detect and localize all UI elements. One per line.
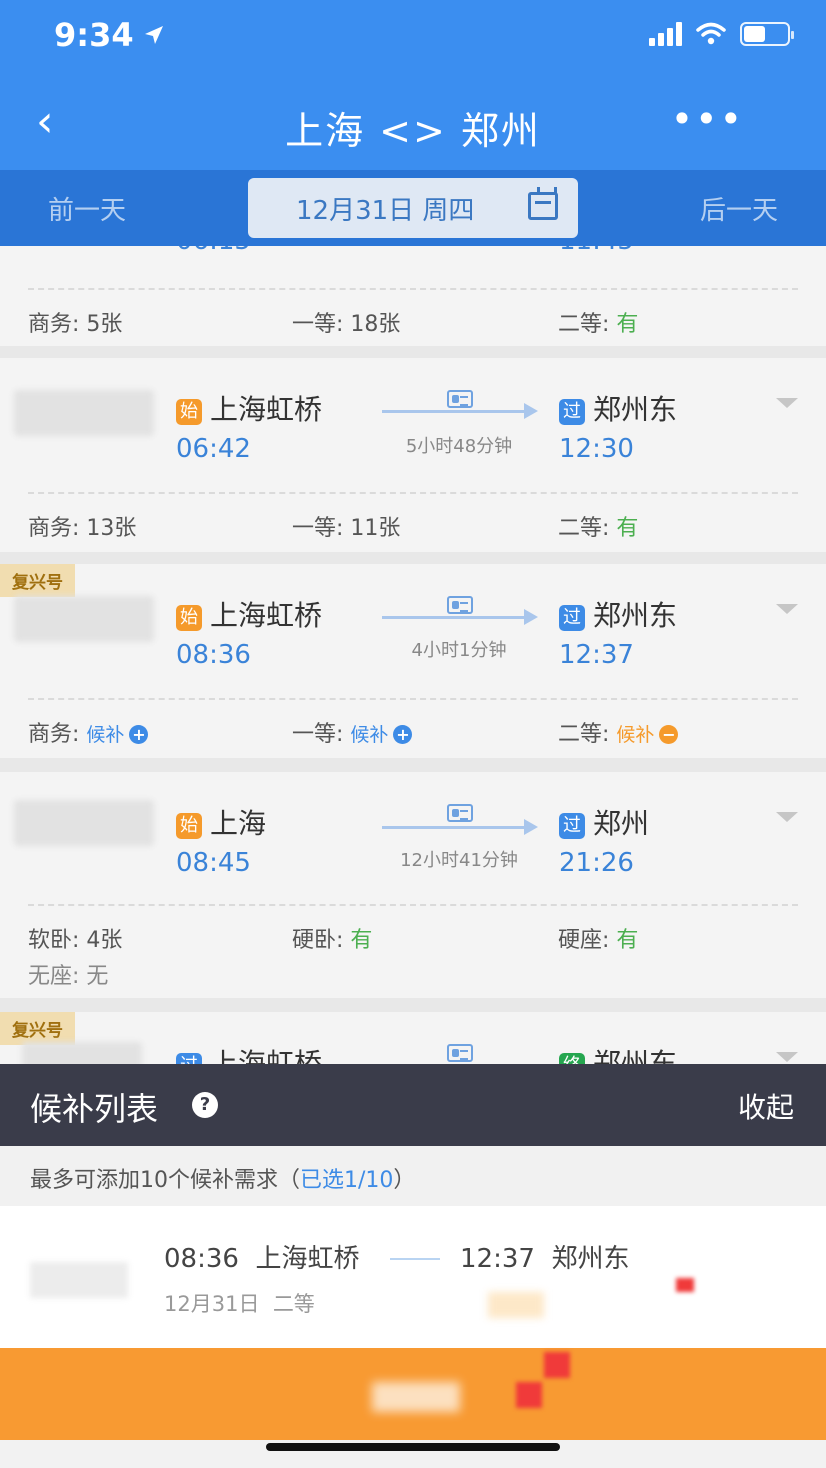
- seat-second-class-waitlist[interactable]: 二等: 候补 −: [558, 716, 679, 748]
- waitlist-departure: 08:36 上海虹桥: [164, 1244, 360, 1274]
- arrow-icon: [382, 819, 538, 835]
- arrow-icon: [382, 609, 538, 625]
- date-selector[interactable]: 12月31日 周四: [248, 178, 578, 238]
- delete-mark-icon[interactable]: [676, 1278, 694, 1292]
- train-number-blurred: [30, 1262, 128, 1298]
- departure-time: 06:42: [176, 434, 251, 464]
- plus-icon: +: [393, 725, 413, 744]
- departure-station: 始上海: [176, 802, 266, 842]
- train-number-blurred: [14, 596, 154, 642]
- fuxing-badge: 复兴号: [0, 564, 75, 597]
- status-time: 9:34: [54, 16, 166, 54]
- minus-icon: −: [659, 725, 679, 744]
- id-card-icon: [447, 804, 473, 822]
- next-day-button[interactable]: 后一天: [700, 190, 778, 227]
- pass-tag: 过: [176, 1053, 202, 1064]
- departure-station: 过上海虹桥: [176, 1042, 322, 1064]
- train-number-blurred: [14, 390, 154, 436]
- top-bar: 9:34 ‹ 上海 <> 郑州 •••: [0, 0, 826, 170]
- seat-standing: 无座: 无: [28, 964, 109, 989]
- chevron-down-icon[interactable]: [776, 398, 798, 408]
- id-card-icon: [447, 390, 473, 408]
- date-bar: 前一天 12月31日 周四 后一天: [0, 170, 826, 246]
- arrival-time: 11:45: [559, 246, 634, 256]
- selected-count: 已选1/10: [300, 1168, 394, 1193]
- status-time-text: 9:34: [54, 16, 134, 54]
- arrow-icon: [382, 403, 538, 419]
- seat-business: 商务: 13张: [28, 516, 137, 541]
- departure-time: 08:36: [176, 640, 251, 670]
- battery-icon: [740, 22, 794, 46]
- duration: 4小时1分钟: [411, 640, 507, 661]
- date-text: 12月31日 周四: [296, 195, 475, 226]
- arrival-station: 过郑州: [559, 802, 649, 842]
- id-card-icon: [447, 1044, 473, 1062]
- status-icons: [649, 22, 794, 46]
- wifi-icon: [696, 22, 726, 45]
- pass-tag: 过: [559, 813, 585, 839]
- train-card[interactable]: 始上海虹桥 06:42 5小时48分钟 过郑州东 12:30 商务: 13张 一…: [0, 358, 826, 552]
- seat-second-class: 二等: 有: [558, 516, 639, 541]
- seat-first-class: 一等: 18张: [292, 312, 401, 337]
- waitlist-sheet-header: 候补列表 ? 收起: [0, 1064, 826, 1146]
- waitlist-info: 最多可添加10个候补需求（已选1/10）: [0, 1146, 826, 1206]
- seat-first-class-waitlist[interactable]: 一等: 候补 +: [292, 716, 413, 748]
- arrival-time: 21:26: [559, 848, 634, 878]
- waitlist-arrival: 12:37 郑州东: [460, 1244, 630, 1274]
- seat-second-class: 二等: 有: [558, 312, 639, 337]
- arrival-station: 过郑州东: [559, 388, 677, 428]
- pass-tag: 过: [559, 605, 585, 631]
- train-card[interactable]: 复兴号 始上海虹桥 08:36 4小时1分钟 过郑州东 12:37 商务: 候补…: [0, 564, 826, 758]
- departure-station: 始上海虹桥: [176, 594, 322, 634]
- origin-tag: 始: [176, 605, 202, 631]
- fuxing-badge: 复兴号: [0, 1012, 75, 1045]
- location-arrow-icon: [144, 26, 163, 44]
- seat-soft-sleeper: 软卧: 4张: [28, 928, 123, 953]
- train-card[interactable]: 始上海 08:45 12小时41分钟 过郑州 21:26 软卧: 4张 硬卧: …: [0, 772, 826, 998]
- blurred-button-label: [372, 1382, 460, 1412]
- calendar-icon: [528, 187, 558, 220]
- red-mark-icon: [516, 1382, 542, 1408]
- departure-time: 08:45: [176, 848, 251, 878]
- previous-day-button[interactable]: 前一天: [48, 190, 126, 227]
- help-icon[interactable]: ?: [192, 1092, 218, 1118]
- departure-station: 始上海虹桥: [176, 388, 322, 428]
- train-card[interactable]: 06:15 11:45 商务: 5张 一等: 18张 二等: 有: [0, 246, 826, 346]
- waitlist-title: 候补列表: [30, 1090, 159, 1128]
- departure-time: 06:15: [176, 246, 251, 256]
- home-indicator[interactable]: [266, 1443, 560, 1451]
- id-card-icon: [447, 596, 473, 614]
- arrival-time: 12:30: [559, 434, 634, 464]
- terminal-tag: 终: [559, 1053, 585, 1064]
- more-menu-button[interactable]: •••: [671, 100, 744, 138]
- duration: 12小时41分钟: [400, 850, 518, 871]
- waitlist-item[interactable]: 08:36 上海虹桥 12:37 郑州东 12月31日 二等: [0, 1206, 826, 1348]
- cellular-signal-icon: [649, 22, 682, 46]
- chevron-down-icon[interactable]: [776, 604, 798, 614]
- collapse-button[interactable]: 收起: [738, 1086, 794, 1126]
- train-card[interactable]: 复兴号 过上海虹桥 终郑州东: [0, 1012, 826, 1064]
- chevron-down-icon[interactable]: [776, 812, 798, 822]
- chevron-down-icon[interactable]: [776, 1052, 798, 1062]
- seat-first-class: 一等: 11张: [292, 516, 401, 541]
- seat-hard-sleeper: 硬卧: 有: [292, 928, 373, 953]
- train-number-blurred: [22, 1042, 142, 1064]
- arrival-time: 12:37: [559, 640, 634, 670]
- arrival-station: 过郑州东: [559, 594, 677, 634]
- plus-icon: +: [129, 725, 149, 744]
- origin-tag: 始: [176, 399, 202, 425]
- arrow-icon: [390, 1258, 440, 1260]
- seat-business: 商务: 5张: [28, 312, 123, 337]
- seat-business-waitlist[interactable]: 商务: 候补 +: [28, 716, 149, 748]
- waitlist-meta: 12月31日 二等: [164, 1292, 315, 1316]
- duration: 5小时48分钟: [405, 436, 513, 457]
- train-number-blurred: [14, 800, 154, 846]
- pass-tag: 过: [559, 399, 585, 425]
- blurred-content: [488, 1292, 544, 1318]
- arrival-station: 终郑州东: [559, 1042, 677, 1064]
- train-list: 06:15 11:45 商务: 5张 一等: 18张 二等: 有 始上海虹桥 0…: [0, 246, 826, 1064]
- seat-hard-seat: 硬座: 有: [558, 928, 639, 953]
- origin-tag: 始: [176, 813, 202, 839]
- red-mark-icon: [544, 1352, 570, 1378]
